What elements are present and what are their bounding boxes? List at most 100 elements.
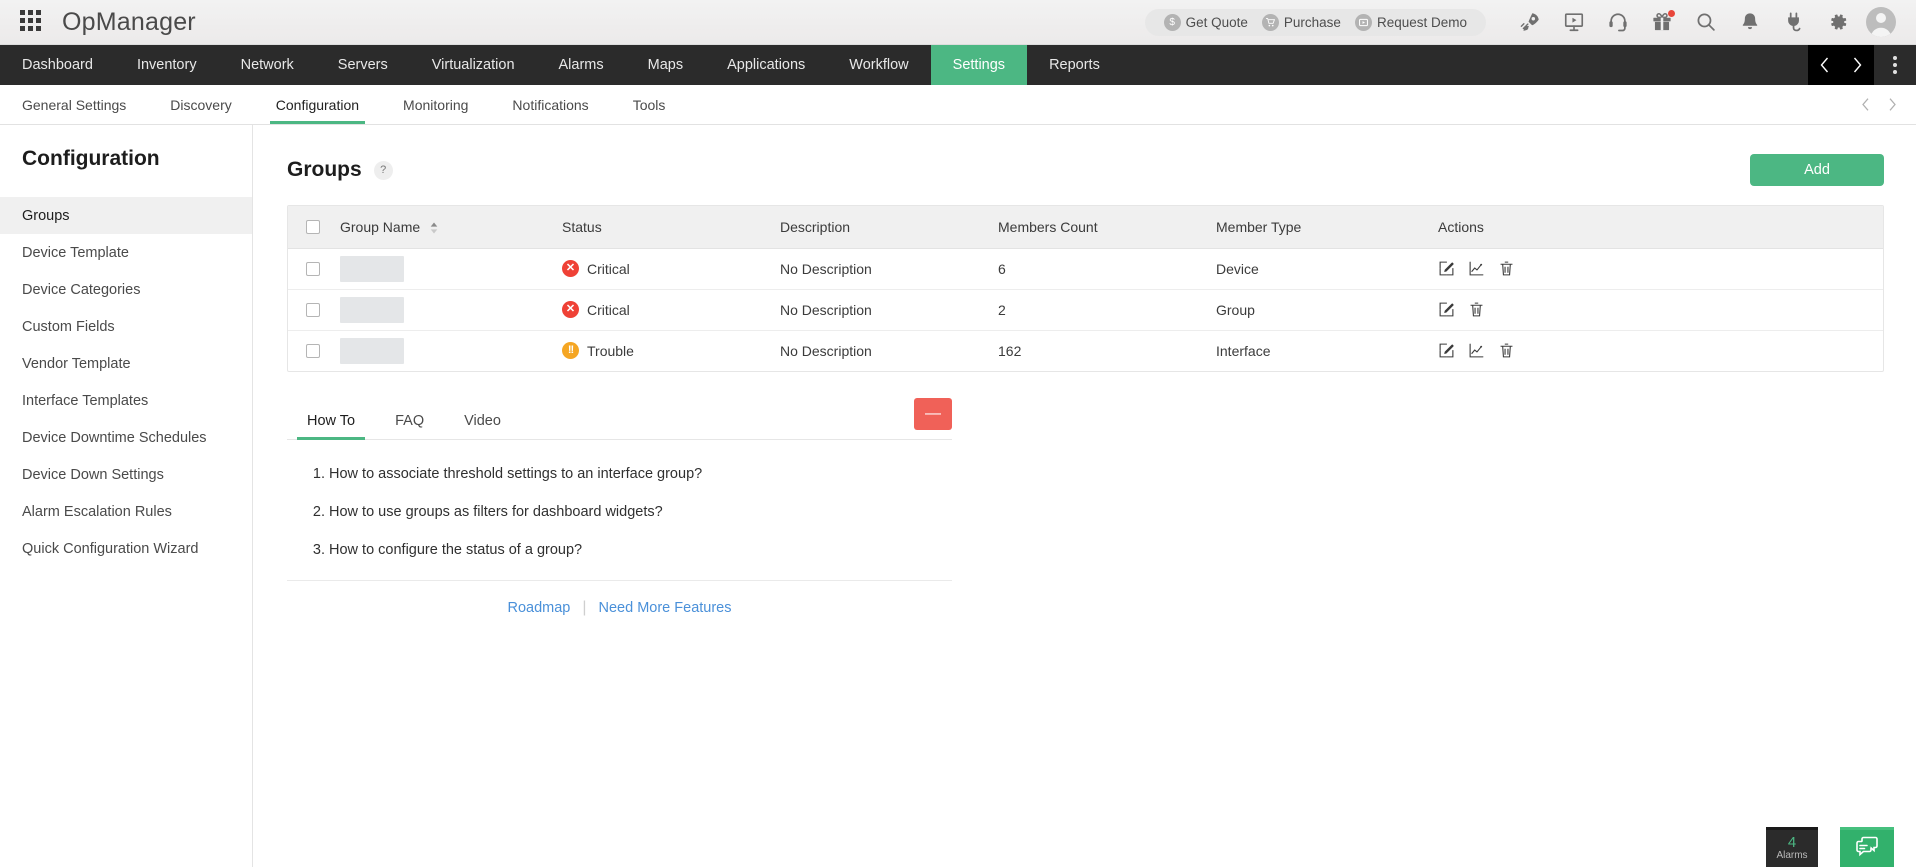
column-header-group-name[interactable]: Group Name — [330, 206, 552, 248]
user-avatar-icon[interactable] — [1866, 7, 1896, 37]
subnav-scroll-left-icon[interactable] — [1852, 97, 1879, 112]
sidebar-item-quick-configuration-wizard[interactable]: Quick Configuration Wizard — [0, 530, 252, 567]
subnav-item-monitoring[interactable]: Monitoring — [381, 85, 490, 124]
promo-request-demo-label: Request Demo — [1377, 15, 1467, 30]
help-icon[interactable]: ? — [374, 161, 393, 180]
rocket-icon[interactable] — [1508, 0, 1552, 45]
row-checkbox[interactable] — [306, 344, 320, 358]
list-item[interactable]: How to associate threshold settings to a… — [329, 466, 952, 482]
cell-members-count: 2 — [988, 289, 1206, 330]
subnav-scroll-right-icon[interactable] — [1879, 97, 1906, 112]
alarms-badge[interactable]: 4 Alarms — [1766, 827, 1818, 867]
row-select-cell — [288, 330, 330, 371]
sort-indicator-icon[interactable] — [430, 222, 438, 234]
tab-faq[interactable]: FAQ — [375, 402, 444, 439]
sidebar-item-alarm-escalation-rules[interactable]: Alarm Escalation Rules — [0, 493, 252, 530]
cell-members-count: 6 — [988, 248, 1206, 289]
app-brand-title[interactable]: OpManager — [62, 8, 196, 37]
sidebar-item-device-down-settings[interactable]: Device Down Settings — [0, 456, 252, 493]
sidebar-item-groups[interactable]: Groups — [0, 197, 252, 234]
sidebar-item-interface-templates[interactable]: Interface Templates — [0, 382, 252, 419]
row-checkbox[interactable] — [306, 262, 320, 276]
column-header-member-type[interactable]: Member Type — [1206, 206, 1428, 248]
cell-description: No Description — [770, 330, 988, 371]
delete-icon[interactable] — [1498, 342, 1515, 359]
promo-purchase-label: Purchase — [1284, 15, 1341, 30]
nav-scroll-right-icon[interactable] — [1841, 45, 1874, 85]
grid-apps-icon[interactable] — [20, 10, 44, 34]
promo-purchase[interactable]: Purchase — [1262, 14, 1341, 31]
gift-notification-dot — [1668, 10, 1675, 17]
delete-icon[interactable] — [1468, 301, 1485, 318]
nav-item-reports[interactable]: Reports — [1027, 45, 1122, 85]
nav-scroll-left-icon[interactable] — [1808, 45, 1841, 85]
nav-item-servers[interactable]: Servers — [316, 45, 410, 85]
subnav-item-notifications[interactable]: Notifications — [490, 85, 610, 124]
nav-scroll-arrows — [1808, 45, 1874, 85]
edit-icon[interactable] — [1438, 301, 1455, 318]
roadmap-link[interactable]: Roadmap — [507, 600, 570, 616]
nav-item-virtualization[interactable]: Virtualization — [410, 45, 537, 85]
search-icon[interactable] — [1684, 0, 1728, 45]
nav-item-network[interactable]: Network — [219, 45, 316, 85]
column-header-description[interactable]: Description — [770, 206, 988, 248]
need-more-features-link[interactable]: Need More Features — [599, 600, 732, 616]
column-label-group-name: Group Name — [340, 219, 420, 235]
list-item[interactable]: How to use groups as filters for dashboa… — [329, 504, 952, 520]
delete-icon[interactable] — [1498, 260, 1515, 277]
nav-item-applications[interactable]: Applications — [705, 45, 827, 85]
presentation-video-icon[interactable] — [1552, 0, 1596, 45]
nav-more-menu-icon[interactable] — [1874, 45, 1916, 85]
nav-item-maps[interactable]: Maps — [626, 45, 705, 85]
list-item[interactable]: How to configure the status of a group? — [329, 542, 952, 558]
subnav-item-discovery[interactable]: Discovery — [148, 85, 253, 124]
howto-list: How to associate threshold settings to a… — [287, 466, 952, 558]
sidebar-item-custom-fields[interactable]: Custom Fields — [0, 308, 252, 345]
sidebar-item-vendor-template[interactable]: Vendor Template — [0, 345, 252, 382]
chat-support-button[interactable] — [1840, 827, 1894, 867]
subnav-item-configuration[interactable]: Configuration — [254, 85, 381, 124]
column-header-members-count[interactable]: Members Count — [988, 206, 1206, 248]
gift-icon[interactable] — [1640, 0, 1684, 45]
sidebar-item-device-template[interactable]: Device Template — [0, 234, 252, 271]
plug-integration-icon[interactable] — [1772, 0, 1816, 45]
configuration-sidebar: Configuration Groups Device Template Dev… — [0, 125, 253, 867]
gear-settings-icon[interactable] — [1816, 0, 1860, 45]
edit-icon[interactable] — [1438, 260, 1455, 277]
promo-get-quote[interactable]: $ Get Quote — [1164, 14, 1248, 31]
cell-group-name — [330, 248, 552, 289]
howto-panel: How To FAQ Video — How to associate thre… — [287, 402, 952, 617]
groups-table-body: ✕ Critical No Description 6 Device — [288, 248, 1883, 371]
bell-notification-icon[interactable] — [1728, 0, 1772, 45]
column-header-status[interactable]: Status — [552, 206, 770, 248]
table-row[interactable]: ✕ Critical No Description 2 Group — [288, 289, 1883, 330]
chart-icon[interactable] — [1468, 342, 1485, 359]
nav-item-inventory[interactable]: Inventory — [115, 45, 219, 85]
collapse-panel-button[interactable]: — — [914, 398, 952, 430]
edit-icon[interactable] — [1438, 342, 1455, 359]
nav-item-workflow[interactable]: Workflow — [827, 45, 930, 85]
select-all-checkbox[interactable] — [306, 220, 320, 234]
sidebar-item-device-downtime-schedules[interactable]: Device Downtime Schedules — [0, 419, 252, 456]
status-label: Critical — [587, 302, 630, 318]
table-header-row: Group Name Status Description Members Co… — [288, 206, 1883, 248]
promo-request-demo[interactable]: Request Demo — [1355, 14, 1467, 31]
cell-group-name — [330, 330, 552, 371]
status-label: Critical — [587, 261, 630, 277]
tab-how-to[interactable]: How To — [287, 402, 375, 439]
add-group-button[interactable]: Add — [1750, 154, 1884, 186]
chart-icon[interactable] — [1468, 260, 1485, 277]
row-checkbox[interactable] — [306, 303, 320, 317]
page-header: Groups ? Add — [287, 147, 1884, 193]
table-row[interactable]: ✕ Critical No Description 6 Device — [288, 248, 1883, 289]
sidebar-item-device-categories[interactable]: Device Categories — [0, 271, 252, 308]
subnav-item-tools[interactable]: Tools — [611, 85, 688, 124]
header-right-cluster: $ Get Quote Purchase Request Demo — [1145, 0, 1916, 44]
table-row[interactable]: !! Trouble No Description 162 Interface — [288, 330, 1883, 371]
nav-item-alarms[interactable]: Alarms — [537, 45, 626, 85]
subnav-item-general-settings[interactable]: General Settings — [0, 85, 148, 124]
nav-item-settings[interactable]: Settings — [931, 45, 1027, 85]
headset-support-icon[interactable] — [1596, 0, 1640, 45]
nav-item-dashboard[interactable]: Dashboard — [0, 45, 115, 85]
tab-video[interactable]: Video — [444, 402, 521, 439]
